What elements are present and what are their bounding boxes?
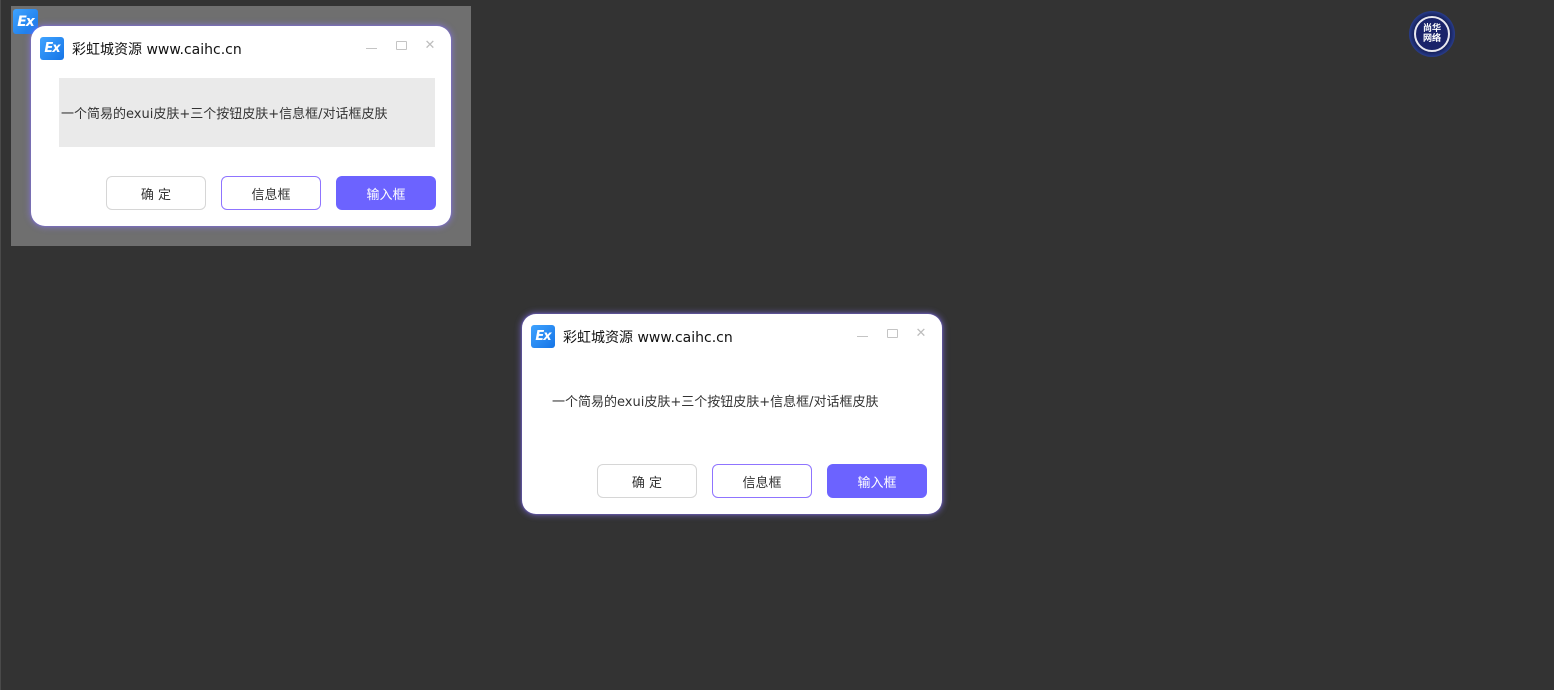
- avatar[interactable]: 尚华 网络: [1409, 11, 1455, 57]
- window-logo-icon: Ex: [531, 325, 555, 348]
- input-box-button[interactable]: 输入框: [336, 176, 436, 210]
- window-title: 彩虹城资源 www.caihc.cn: [563, 330, 733, 346]
- close-icon[interactable]: ✕: [423, 38, 437, 52]
- maximize-icon[interactable]: [885, 326, 899, 340]
- window-logo-icon: Ex: [40, 37, 64, 60]
- ok-button[interactable]: 确 定: [597, 464, 697, 498]
- avatar-text-line2: 网络: [1422, 34, 1441, 44]
- info-box-button[interactable]: 信息框: [221, 176, 321, 210]
- minimize-icon[interactable]: [855, 326, 869, 340]
- window-title: 彩虹城资源 www.caihc.cn: [72, 42, 242, 58]
- minimize-icon[interactable]: [364, 38, 378, 52]
- message-box: 一个简易的exui皮肤+三个按钮皮肤+信息框/对话框皮肤: [550, 366, 926, 435]
- avatar-emblem: 尚华 网络: [1414, 16, 1450, 52]
- ok-button[interactable]: 确 定: [106, 176, 206, 210]
- close-icon[interactable]: ✕: [914, 326, 928, 340]
- input-box-button[interactable]: 输入框: [827, 464, 927, 498]
- avatar-text-line1: 尚华: [1422, 24, 1441, 34]
- screen-edge: [0, 0, 1, 690]
- main-window: Ex 彩虹城资源 www.caihc.cn ✕ 一个简易的exui皮肤+三个按钮…: [522, 314, 942, 514]
- designer-window: Ex 彩虹城资源 www.caihc.cn ✕ 一个简易的exui皮肤+三个按钮…: [31, 26, 451, 226]
- maximize-icon[interactable]: [394, 38, 408, 52]
- info-box-button[interactable]: 信息框: [712, 464, 812, 498]
- message-text: 一个简易的exui皮肤+三个按钮皮肤+信息框/对话框皮肤: [552, 395, 879, 410]
- message-text: 一个简易的exui皮肤+三个按钮皮肤+信息框/对话框皮肤: [61, 107, 388, 122]
- message-box: 一个简易的exui皮肤+三个按钮皮肤+信息框/对话框皮肤: [59, 78, 435, 147]
